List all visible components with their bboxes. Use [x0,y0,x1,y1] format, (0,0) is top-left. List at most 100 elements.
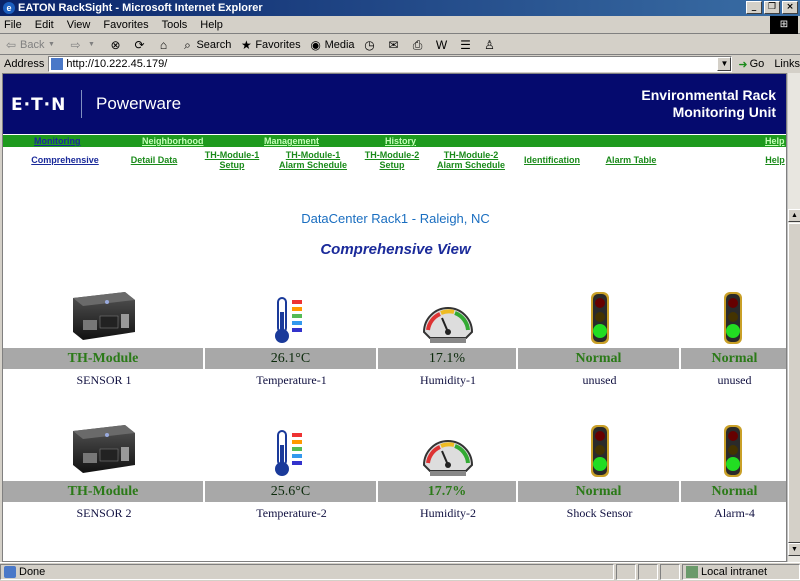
subnav-th1-setup[interactable]: TH-Module-1 Setup [199,150,265,170]
menu-help[interactable]: Help [200,19,223,31]
favorites-button[interactable]: ★ Favorites [239,37,301,52]
links-button[interactable]: Links [774,58,800,70]
ie-logo-icon: e [3,2,15,14]
subnav-th1-alarm-schedule[interactable]: TH-Module-1 Alarm Schedule [275,150,351,170]
menu-file[interactable]: File [4,19,22,31]
menu-favorites[interactable]: Favorites [103,19,148,31]
refresh-button[interactable]: ⟳ [132,38,148,52]
minimize-button[interactable]: _ [746,1,762,14]
subnav-comprehensive[interactable]: Comprehensive [25,155,105,165]
subnav-th2-alarm-schedule[interactable]: TH-Module-2 Alarm Schedule [433,150,509,170]
scroll-down-icon[interactable]: ▼ [788,543,800,556]
nav-history[interactable]: History [385,135,416,147]
close-button[interactable]: × [782,1,798,14]
menu-view[interactable]: View [67,19,91,31]
home-button[interactable]: ⌂ [156,38,172,52]
search-icon: ⌕ [184,37,191,52]
discuss-button[interactable]: ☰ [459,38,475,52]
status-pane [616,564,636,580]
forward-button[interactable]: ⇨ ▼ [68,38,100,52]
subnav-alarm-table[interactable]: Alarm Table [600,155,662,165]
mail-button[interactable]: ✉ [387,38,403,52]
search-label: Search [196,38,232,51]
th-module-device-icon[interactable] [3,407,205,479]
status-pane [638,564,658,580]
window-title: EATON RackSight - Microsoft Internet Exp… [18,2,263,14]
page-title: Environmental Rack Monitoring Unit [641,87,776,121]
powerware-brand: Powerware [96,94,182,113]
nav-management[interactable]: Management [264,135,319,147]
go-arrow-icon: ➜ [738,58,748,71]
address-input[interactable]: http://10.222.45.179/ ▼ [48,56,733,72]
subnav-th2-setup[interactable]: TH-Module-2 Setup [359,150,425,170]
contact-label: unused [582,373,617,387]
status-value: Normal [518,481,681,502]
window-title-bar: e EATON RackSight - Microsoft Internet E… [0,0,800,16]
edit-button[interactable]: W [435,38,451,52]
scroll-thumb[interactable] [788,223,800,543]
subnav-label: TH-Module-2 [364,150,420,160]
discuss-icon: ☰ [460,37,471,52]
temperature-2-value: 25.6°C [205,481,378,502]
humidity-2-value: 17.7% [378,481,518,502]
page-viewport: E·T·N Powerware Environmental Rack Monit… [2,73,787,562]
humidity-1-label: Humidity-1 [420,373,476,387]
thermometer-icon [205,417,378,479]
messenger-button[interactable]: ♙ [483,38,499,52]
history-button[interactable]: ◷ [363,38,379,52]
status-text-pane: Done [0,564,614,580]
nav-neighborhood[interactable]: Neighborhood [142,135,204,147]
humidity-gauge-icon [378,422,518,479]
traffic-light-icon [518,284,681,346]
humidity-1-value: 17.1% [378,348,518,369]
subnav-help[interactable]: Help [761,155,786,165]
contact-label: unused [717,373,752,387]
menu-edit[interactable]: Edit [35,19,54,31]
media-button[interactable]: ◉ Media [309,37,354,52]
chevron-down-icon: ▼ [48,40,55,48]
traffic-light-icon [518,417,681,479]
subnav-label: Comprehensive [31,155,99,165]
title-line-2: Monitoring Unit [672,104,776,120]
print-button[interactable]: ⎙ [411,38,427,52]
scroll-up-icon[interactable]: ▲ [788,209,800,222]
nav-help[interactable]: Help [765,135,785,147]
subnav-label: Alarm Table [605,155,657,165]
menu-bar: File Edit View Favorites Tools Help [0,16,800,34]
subnav-label: Alarm Schedule [436,160,506,170]
address-url: http://10.222.45.179/ [66,58,168,70]
location-title: DataCenter Rack1 - Raleigh, NC [301,211,490,226]
stop-button[interactable]: ⊗ [108,38,124,52]
menu-tools[interactable]: Tools [162,19,188,31]
sensor-2-type-value: TH-Module [3,481,205,502]
status-value: Normal [681,348,786,369]
sensor-1-label: SENSOR 1 [76,373,132,387]
subnav-identification[interactable]: Identification [517,155,587,165]
subnav-label: Setup [219,160,245,170]
print-icon: ⎙ [412,37,423,52]
go-button[interactable]: ➜ Go [738,58,764,71]
address-label: Address [4,58,45,70]
favorites-icon: ★ [240,37,252,52]
search-button[interactable]: ⌕ Search [180,38,231,52]
subnav-detail-data[interactable]: Detail Data [123,155,185,165]
restore-button[interactable]: ❐ [764,1,780,14]
th-module-device-icon[interactable] [3,274,205,346]
refresh-icon: ⟳ [134,37,145,52]
address-dropdown-icon[interactable]: ▼ [717,57,732,71]
title-line-1: Environmental Rack [641,87,776,103]
media-icon: ◉ [310,37,321,52]
windows-logo-icon: ⊞ [770,16,798,34]
sensor-1-type-value: TH-Module [3,348,205,369]
subnav-label: TH-Module-1 [204,150,260,160]
intranet-icon [686,566,698,578]
temperature-1-value: 26.1°C [205,348,378,369]
nav-monitoring[interactable]: Monitoring [34,135,81,147]
vertical-scrollbar[interactable]: ▲ ▼ [787,73,800,562]
back-button[interactable]: ⇦ Back ▼ [4,38,60,52]
traffic-light-icon [681,417,785,479]
subnav-label: TH-Module-1 [285,150,341,160]
status-bar: Done Local intranet [0,562,800,581]
home-icon: ⌂ [159,37,168,52]
done-page-icon [4,566,16,578]
